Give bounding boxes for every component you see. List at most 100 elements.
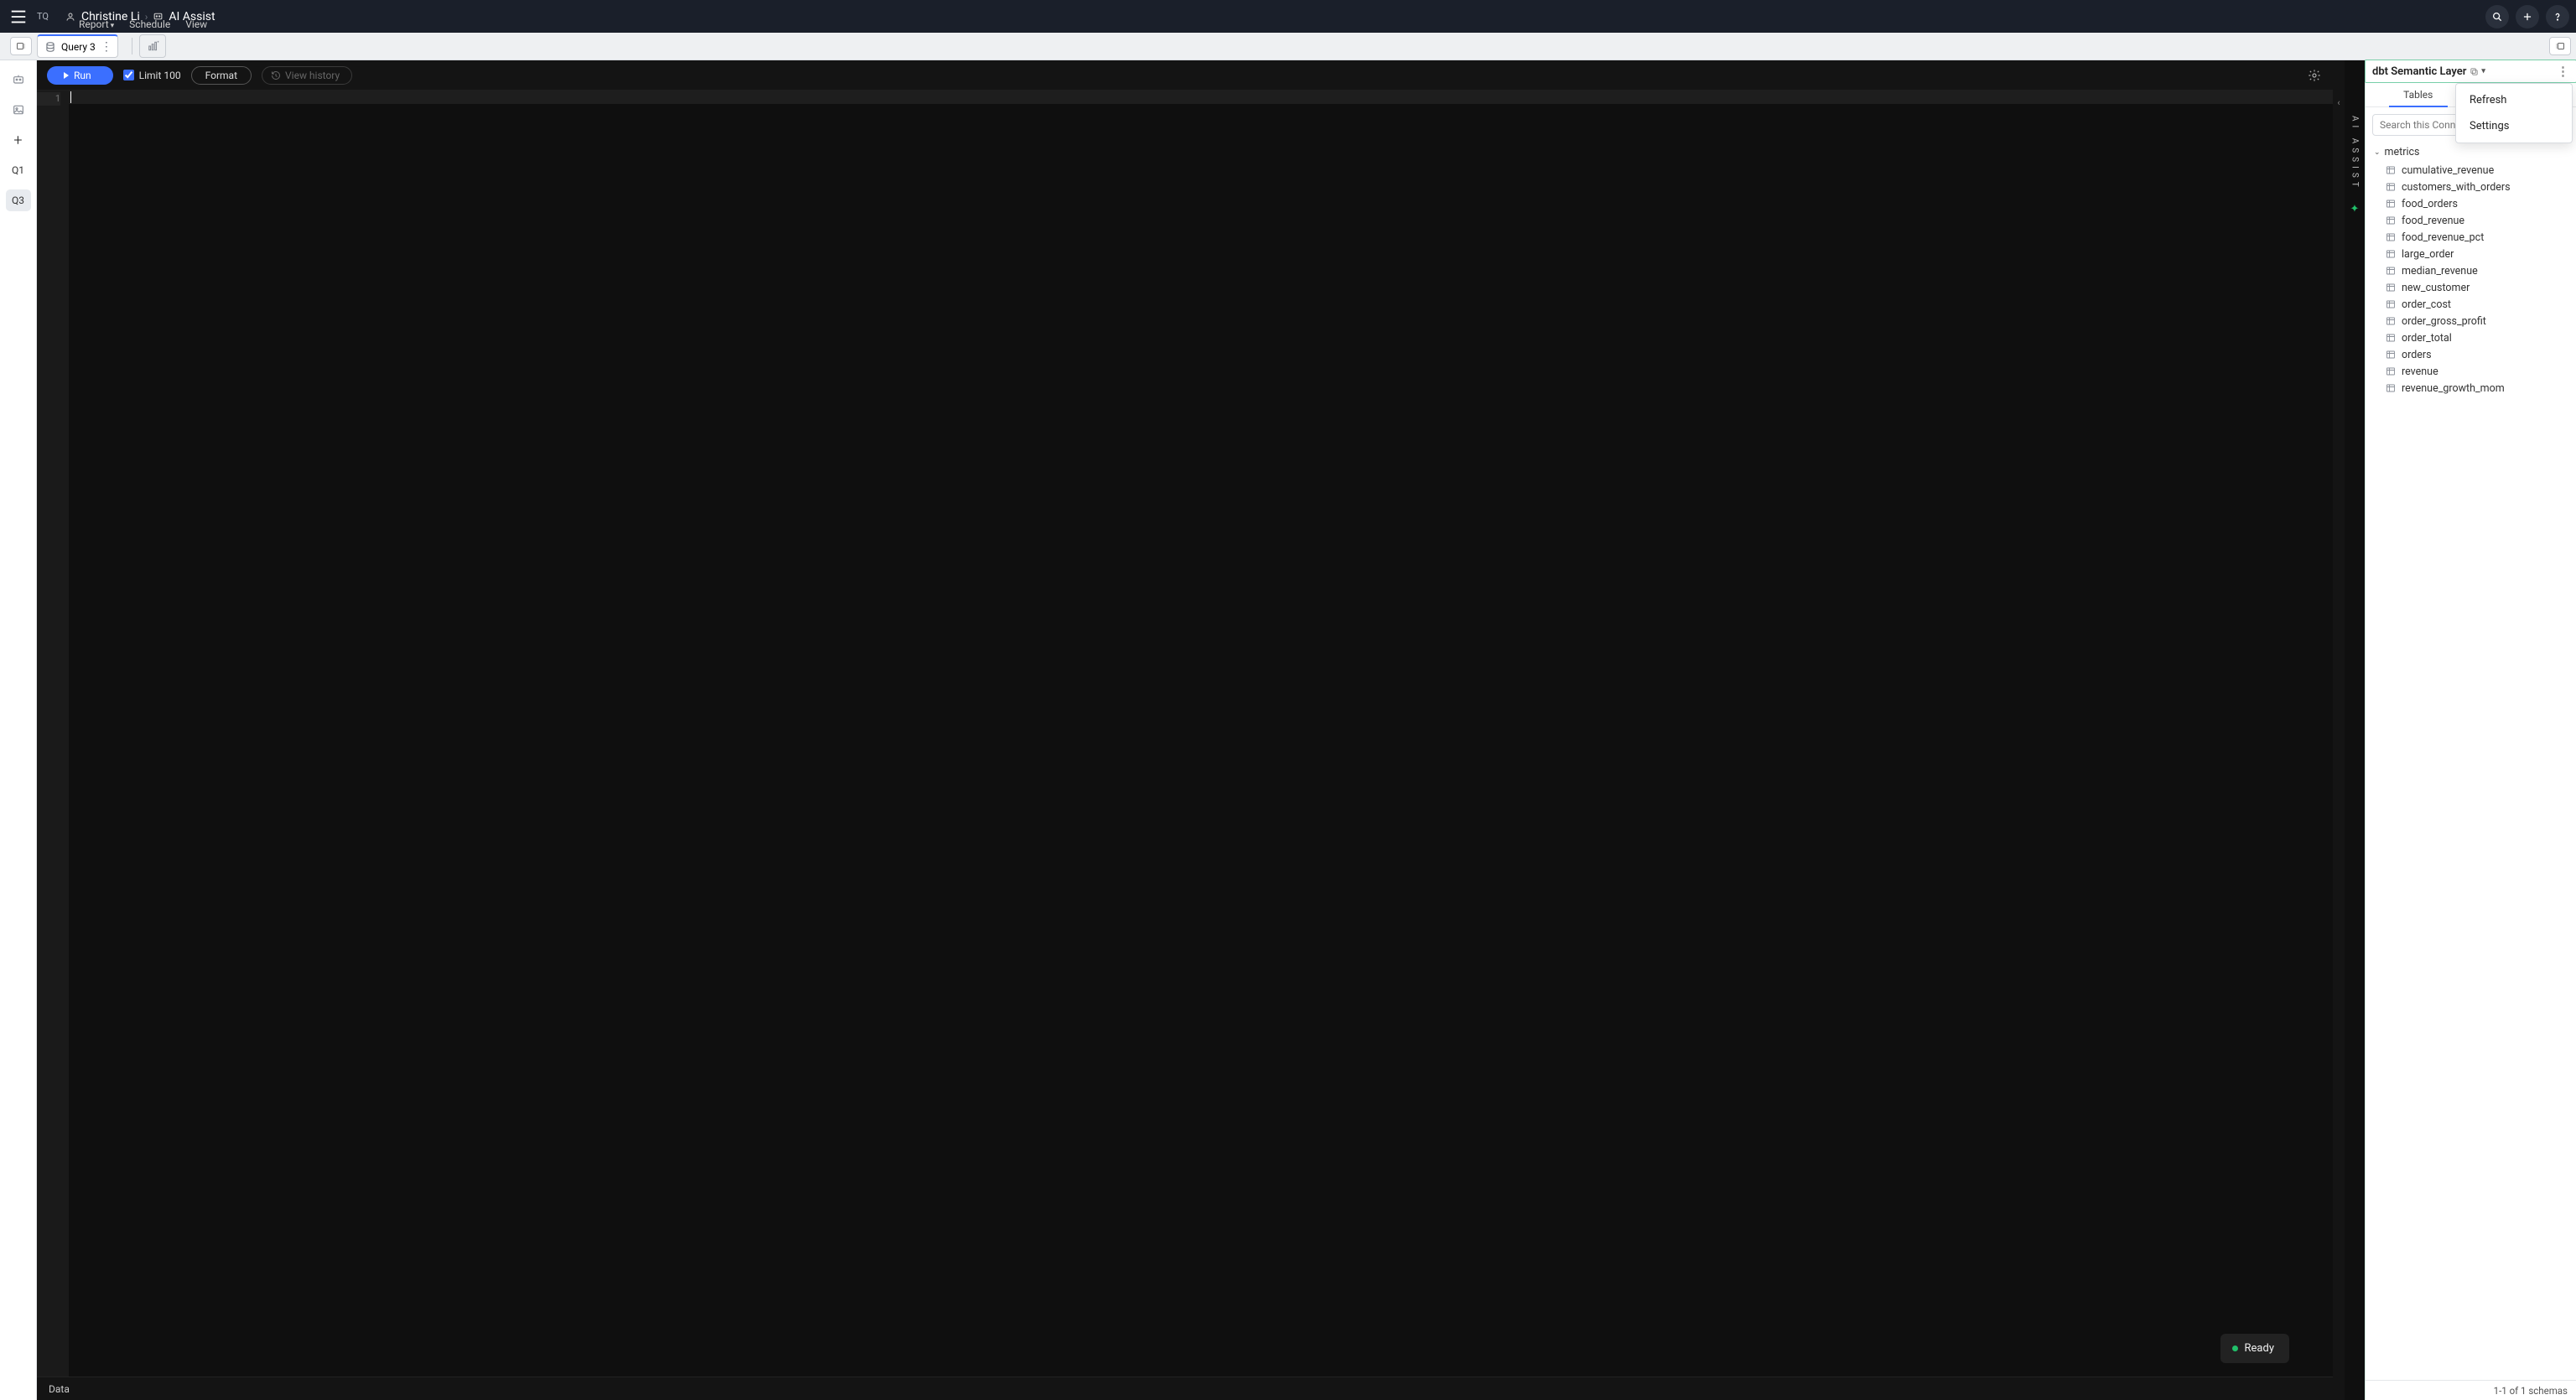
table-name: new_customer — [2402, 282, 2470, 294]
user-icon — [65, 11, 76, 22]
table-item[interactable]: order_gross_profit — [2369, 313, 2573, 329]
table-icon — [2386, 165, 2396, 175]
line-number-1: 1 — [37, 92, 60, 106]
table-item[interactable]: median_revenue — [2369, 262, 2573, 279]
play-icon — [64, 72, 69, 79]
connection-kebab-icon[interactable]: ⋮ — [2557, 64, 2569, 79]
table-name: revenue_growth_mom — [2402, 382, 2505, 395]
text-cursor — [70, 91, 71, 103]
table-name: order_gross_profit — [2402, 315, 2486, 328]
table-item[interactable]: customers_with_orders — [2369, 179, 2573, 195]
app-header: TQ Christine Li › AI Assist Report▾ Sche… — [0, 0, 2576, 33]
ai-assist-rail[interactable]: AI ASSIST ✦ — [2345, 60, 2365, 1400]
table-item[interactable]: food_orders — [2369, 195, 2573, 212]
search-button[interactable] — [2485, 5, 2509, 29]
status-ready-label: Ready — [2245, 1342, 2274, 1355]
rail-q1[interactable]: Q1 — [6, 159, 31, 181]
tab-label: Query 3 — [61, 41, 96, 53]
editor-toolbar: Run Limit 100 Format View history — [37, 60, 2333, 91]
menu-report[interactable]: Report▾ — [79, 18, 114, 30]
header-submenu: Report▾ Schedule View — [79, 18, 207, 30]
view-history-button[interactable]: View history — [262, 66, 352, 85]
sparkle-icon[interactable]: ✦ — [2350, 203, 2360, 215]
run-button[interactable]: Run — [47, 66, 113, 85]
table-icon — [2386, 215, 2396, 226]
limit-checkbox-input[interactable] — [123, 70, 134, 80]
limit-label: Limit 100 — [139, 70, 181, 81]
left-rail: + Q1 Q3 — [0, 60, 37, 1400]
tab-kebab-icon[interactable]: ⋮ — [101, 40, 112, 54]
editor-column: Run Limit 100 Format View history 1 — [37, 60, 2333, 1400]
code-editor[interactable]: 1 — [37, 91, 2333, 1377]
table-name: revenue — [2402, 366, 2438, 378]
table-name: order_cost — [2402, 298, 2451, 311]
table-name: food_revenue — [2402, 215, 2464, 227]
rail-ai-icon[interactable] — [6, 69, 31, 91]
run-label: Run — [74, 70, 91, 81]
table-name: order_total — [2402, 332, 2452, 345]
schema-panel: dbt Semantic Layer ▾ ⋮ Refresh Settings … — [2365, 60, 2576, 1400]
menu-refresh[interactable]: Refresh — [2456, 87, 2572, 113]
table-icon — [2386, 383, 2396, 393]
table-icon — [2386, 316, 2396, 326]
schema-footer: 1-1 of 1 schemas — [2366, 1380, 2576, 1400]
table-item[interactable]: large_order — [2369, 246, 2573, 262]
table-item[interactable]: new_customer — [2369, 279, 2573, 296]
editor-settings-icon[interactable] — [2306, 67, 2323, 84]
tab-query-3[interactable]: Query 3 ⋮ — [37, 34, 118, 58]
status-dot-icon — [2232, 1346, 2238, 1351]
table-item[interactable]: revenue — [2369, 363, 2573, 380]
tree-group-label: metrics — [2385, 146, 2420, 158]
table-item[interactable]: food_revenue — [2369, 212, 2573, 229]
menu-schedule[interactable]: Schedule — [129, 18, 170, 30]
database-icon — [44, 41, 56, 53]
footer-data-tab[interactable]: Data — [49, 1383, 70, 1395]
rail-image-icon[interactable] — [6, 99, 31, 121]
limit-checkbox[interactable]: Limit 100 — [123, 70, 181, 81]
app-logo[interactable] — [7, 5, 30, 29]
connection-header[interactable]: dbt Semantic Layer ▾ ⋮ — [2365, 60, 2576, 83]
expand-left-icon[interactable] — [10, 37, 32, 55]
editor-footer: Data — [37, 1377, 2333, 1400]
connection-name: dbt Semantic Layer — [2372, 65, 2466, 78]
table-item[interactable]: cumulative_revenue — [2369, 162, 2573, 179]
table-icon — [2386, 249, 2396, 259]
main-area: Run Limit 100 Format View history 1 — [37, 60, 2576, 1400]
table-item[interactable]: order_cost — [2369, 296, 2573, 313]
ai-assist-label: AI ASSIST — [2350, 116, 2360, 191]
history-label: View history — [285, 70, 340, 81]
table-icon — [2386, 266, 2396, 276]
workspace-badge[interactable]: TQ — [37, 11, 49, 22]
new-chart-tab[interactable] — [139, 34, 166, 58]
table-item[interactable]: food_revenue_pct — [2369, 229, 2573, 246]
table-name: median_revenue — [2402, 265, 2478, 277]
rail-add-button[interactable]: + — [6, 129, 31, 151]
menu-settings[interactable]: Settings — [2456, 113, 2572, 139]
table-icon — [2386, 232, 2396, 242]
table-name: food_orders — [2402, 198, 2458, 210]
caret-down-icon[interactable]: ▾ — [2481, 67, 2485, 75]
menu-view[interactable]: View — [185, 18, 207, 30]
table-name: customers_with_orders — [2402, 181, 2511, 194]
expand-right-icon[interactable] — [2549, 37, 2571, 55]
schema-tree: ⌄ metrics cumulative_revenue customers_wi… — [2366, 143, 2576, 1380]
table-item[interactable]: revenue_growth_mom — [2369, 380, 2573, 397]
tree-group-metrics[interactable]: ⌄ metrics — [2369, 143, 2573, 162]
add-button[interactable] — [2516, 5, 2539, 29]
table-icon — [2386, 199, 2396, 209]
format-button[interactable]: Format — [191, 66, 252, 85]
status-ready-pill: Ready — [2220, 1334, 2289, 1363]
table-name: food_revenue_pct — [2402, 231, 2484, 244]
table-item[interactable]: orders — [2369, 346, 2573, 363]
table-icon — [2386, 333, 2396, 343]
code-area[interactable] — [69, 91, 2333, 1377]
table-icon — [2386, 299, 2396, 309]
table-icon — [2386, 182, 2396, 192]
help-button[interactable] — [2546, 5, 2569, 29]
collapse-right-icon[interactable]: ‹ — [2333, 60, 2345, 1400]
table-icon — [2386, 350, 2396, 360]
rail-q3[interactable]: Q3 — [6, 189, 31, 211]
copy-icon[interactable] — [2470, 67, 2479, 76]
table-item[interactable]: order_total — [2369, 329, 2573, 346]
tab-strip: Query 3 ⋮ — [0, 33, 2576, 60]
